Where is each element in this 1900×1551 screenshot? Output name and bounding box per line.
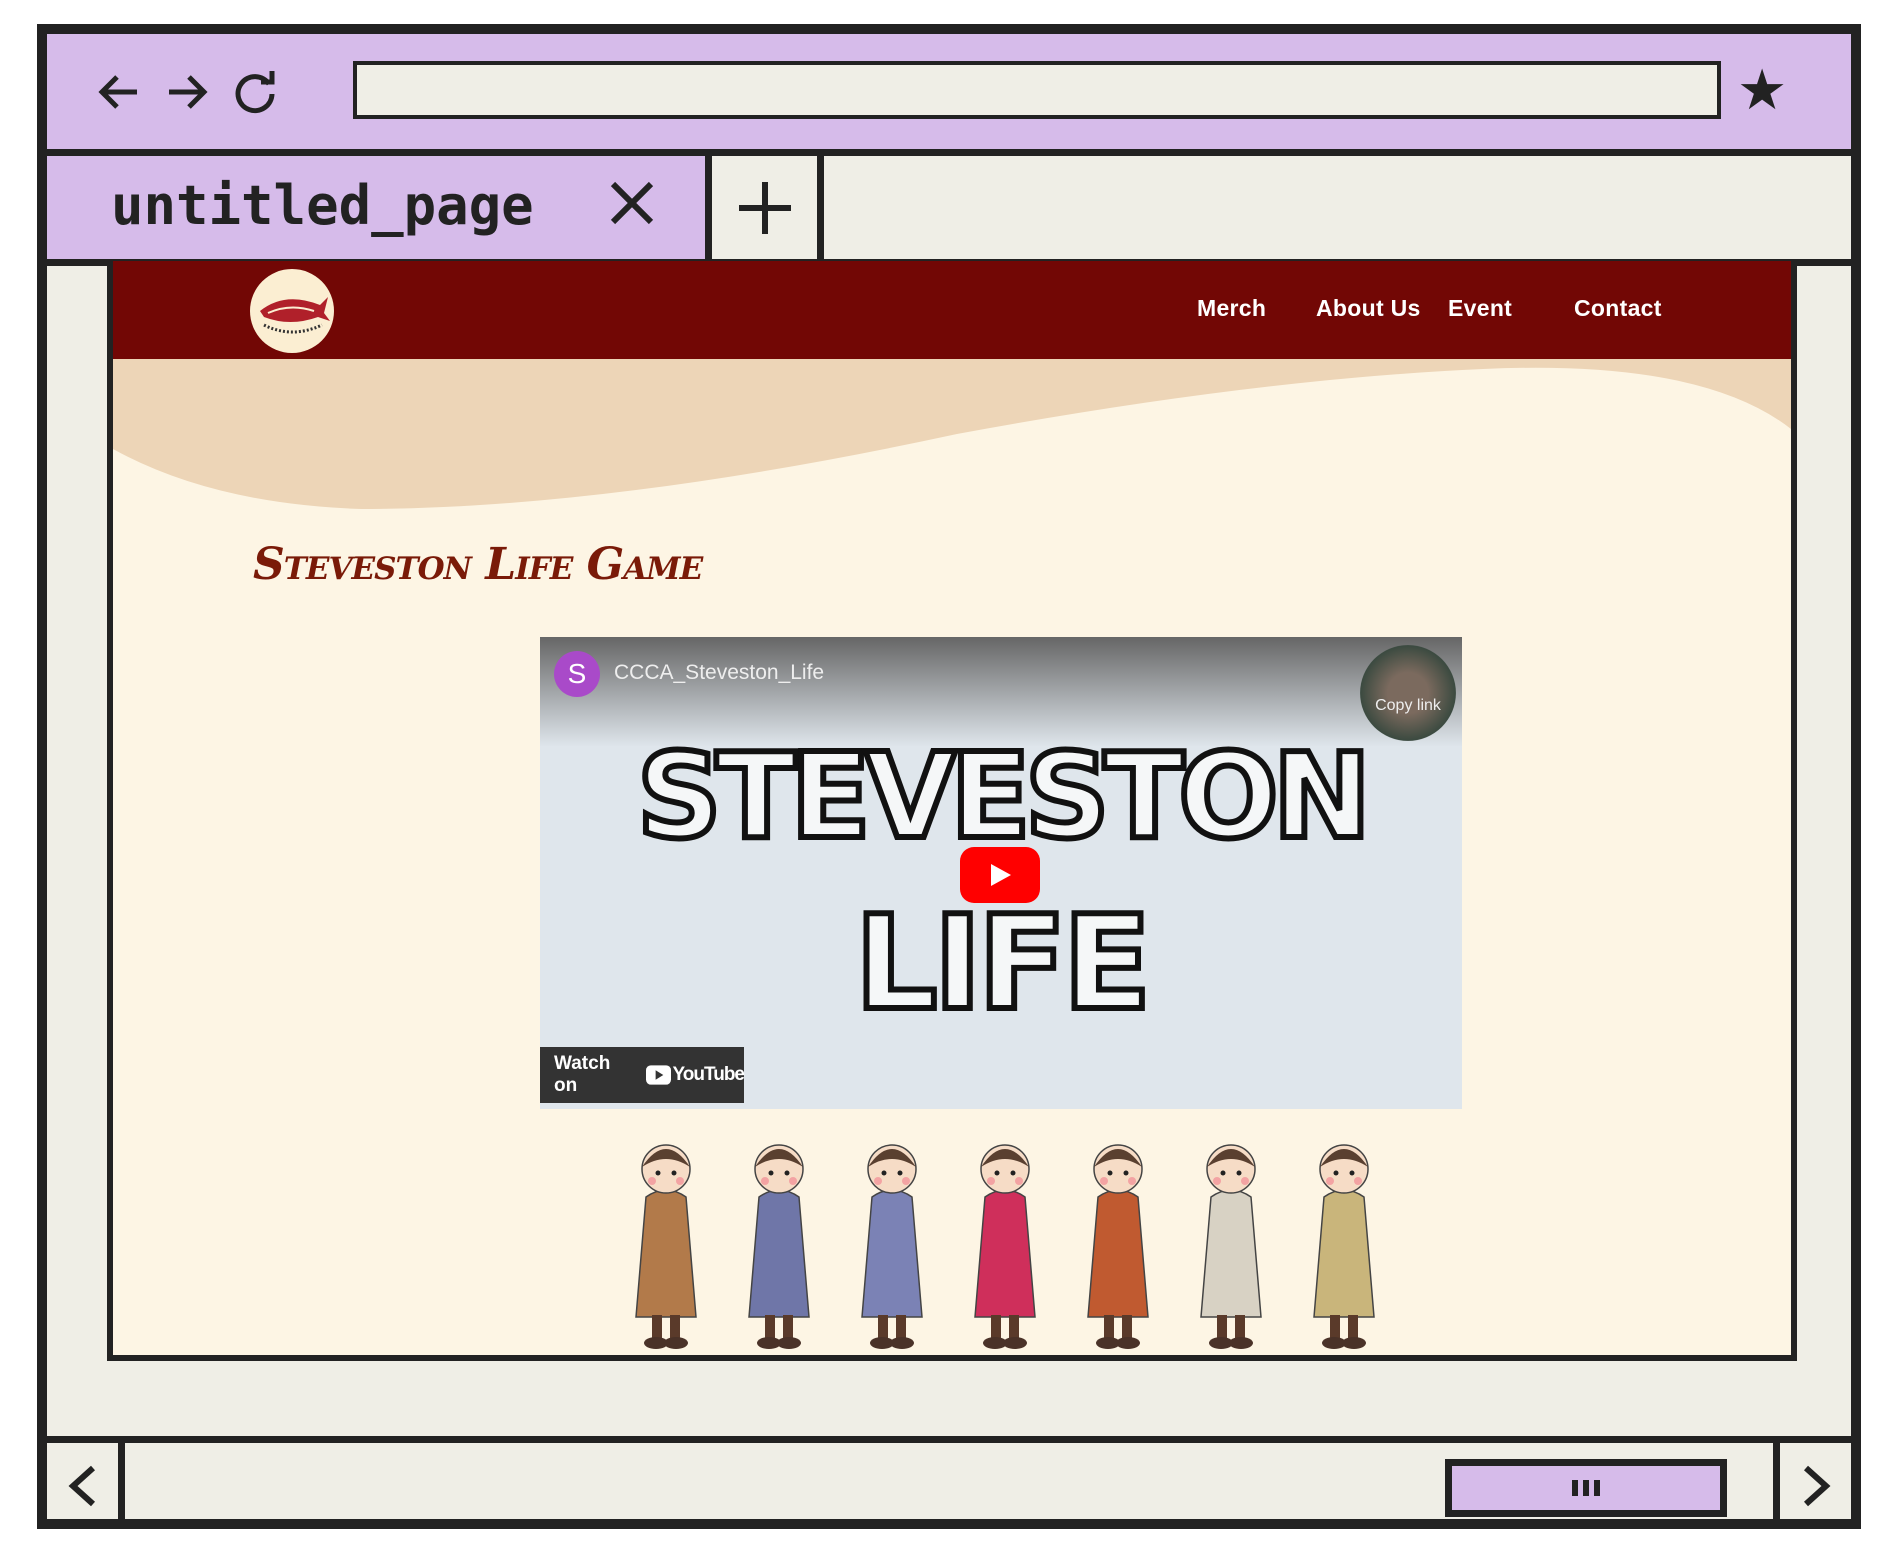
play-icon — [991, 864, 1011, 886]
arrow-left-icon — [98, 75, 137, 109]
play-button[interactable] — [960, 847, 1040, 903]
browser-window: ★ untitled_page Merch About Us Event Con… — [37, 24, 1861, 1529]
character-girl-with-vest — [1200, 1144, 1262, 1349]
forward-button[interactable] — [159, 64, 215, 120]
scroll-left-button[interactable] — [47, 1443, 125, 1529]
fish-logo-icon — [260, 297, 330, 334]
character-girl-in-red-dress — [974, 1144, 1036, 1349]
reload-icon — [235, 71, 275, 114]
nav-about-us[interactable]: About Us — [1316, 295, 1421, 322]
character-fisherwoman — [635, 1144, 697, 1349]
nav-event[interactable]: Event — [1448, 295, 1512, 322]
channel-avatar[interactable]: S — [554, 651, 600, 697]
close-icon[interactable] — [607, 178, 657, 228]
nav-merch[interactable]: Merch — [1197, 295, 1266, 322]
decorative-wave — [113, 359, 1791, 529]
thumbnail-title-line1: STEVESTON — [634, 724, 1375, 868]
watch-on-youtube-button[interactable]: Watch on YouTube — [540, 1047, 745, 1103]
tab-title: untitled_page — [111, 174, 534, 237]
address-bar[interactable] — [353, 61, 1721, 119]
tab-untitled-page[interactable]: untitled_page — [47, 156, 712, 259]
scrollbar-thumb[interactable] — [1445, 1459, 1727, 1517]
back-button[interactable] — [91, 64, 147, 120]
thumbnail-title-line2: LIFE — [852, 884, 1155, 1042]
new-tab-button[interactable] — [712, 156, 824, 259]
plus-icon — [738, 181, 791, 234]
youtube-logo-icon — [645, 1065, 671, 1085]
site-navbar: Merch About Us Event Contact — [113, 261, 1791, 359]
watch-on-label: Watch on — [554, 1053, 611, 1096]
character-boy-in-brown — [1087, 1144, 1149, 1349]
tab-strip: untitled_page — [47, 156, 1851, 266]
chevron-left-icon — [68, 1465, 95, 1507]
character-woman-with-headscarf — [748, 1144, 810, 1349]
grip-icon — [1572, 1480, 1600, 1496]
reload-button[interactable] — [227, 64, 283, 120]
browser-toolbar: ★ — [47, 34, 1851, 156]
scroll-right-button[interactable] — [1773, 1443, 1851, 1529]
youtube-label: YouTube — [672, 1064, 745, 1085]
chevron-right-icon — [1803, 1465, 1830, 1507]
character-indigenous-woman — [1313, 1144, 1375, 1349]
youtube-embed[interactable]: S CCCA_Steveston_Life Copy link STEVESTO… — [540, 637, 1462, 1109]
arrow-right-icon — [169, 75, 208, 109]
page-title: Steveston Life Game — [253, 539, 703, 590]
star-icon[interactable]: ★ — [1737, 62, 1787, 118]
character-man-with-conical-hat — [861, 1144, 923, 1349]
copy-link-label: Copy link — [1375, 697, 1441, 714]
character-lineup — [635, 1144, 1375, 1349]
horizontal-scrollbar[interactable] — [47, 1436, 1851, 1529]
webpage: Merch About Us Event Contact Steveston L… — [107, 261, 1797, 1361]
nav-contact[interactable]: Contact — [1574, 295, 1662, 322]
site-logo[interactable] — [250, 269, 334, 353]
channel-name[interactable]: CCCA_Steveston_Life — [614, 661, 824, 685]
